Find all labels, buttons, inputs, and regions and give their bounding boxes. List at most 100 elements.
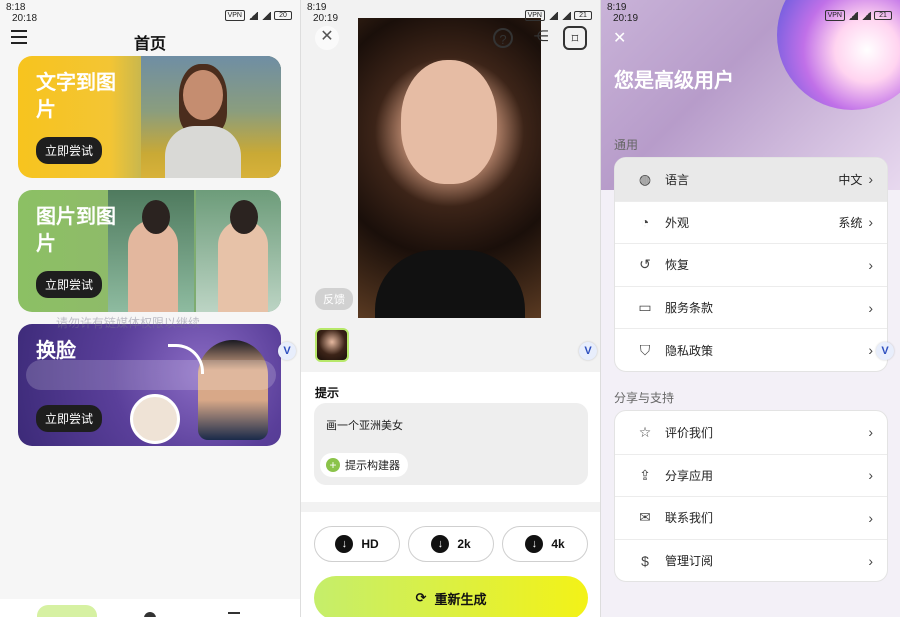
share-icon[interactable]: ⋲ [529,26,553,50]
prompt-builder-label: 提示构建器 [345,460,400,472]
share-icon: ⇪ [639,466,651,483]
watermark-text: 请勿许有链媒体权限以继续 [56,316,201,330]
download-4k-button[interactable]: ↓ 4k [502,526,588,562]
clock-small: 8:19 [607,2,627,13]
prompt-section: 提示 画一个亚洲美女 + 提示构建器 [301,372,600,502]
download-icon: ↓ [335,535,354,553]
chevron-right-icon: › [868,552,873,569]
settings-item-appearance[interactable]: ◔ 外观 系统 › [615,200,887,244]
screens: 8:18 20:18 VPN 20 首页 文字到图片 立即尝试 图片到图片 立即… [0,0,900,617]
resolution-label: 4k [551,537,565,551]
image-to-image-card[interactable]: 图片到图片 立即尝试 [18,190,281,312]
nav-explore-icon[interactable] [144,612,156,617]
chevron-right-icon: › [868,467,873,484]
vpn-app-badge-icon[interactable]: V [579,342,597,360]
settings-screen: 8:19 20:19 VPN 21 ✕ 您是高级用户 通用 ◍ 语言 中文 › … [600,0,900,617]
item-label: 语言 [665,172,690,187]
face-shape [183,70,223,120]
general-settings-list: ◍ 语言 中文 › ◔ 外观 系统 › ↺ 恢复 › ▭ 服务条款 › ⛉ 隐私… [614,157,888,372]
text-to-image-card[interactable]: 文字到图片 立即尝试 [18,56,281,178]
question-icon[interactable]: ? [493,28,513,48]
try-now-button[interactable]: 立即尝试 [36,271,103,298]
home-screen: 8:18 20:18 VPN 20 首页 文字到图片 立即尝试 图片到图片 立即… [0,0,300,617]
settings-item-share-app[interactable]: ⇪ 分享应用 › [615,453,887,497]
face-shape [401,60,497,184]
vpn-app-badge-icon[interactable]: V [876,342,894,360]
mail-icon: ✉ [639,509,651,526]
signal-icon-2 [861,11,871,20]
signal-icon-2 [561,11,571,20]
status-icons: VPN 21 [524,10,592,21]
chevron-right-icon: › [868,509,873,526]
item-value: 中文 [838,172,863,187]
shield-icon: ⛉ [639,341,651,358]
signal-icon [248,11,258,20]
dollar-icon: $ [641,552,649,569]
clock: 20:19 [613,13,639,24]
item-label: 联系我们 [665,511,714,526]
nav-home-icon[interactable] [37,605,97,617]
battery-icon: 20 [274,11,292,20]
signal-icon [548,11,558,20]
close-icon[interactable]: ✕ [315,26,339,50]
head-shape-2 [230,200,258,234]
source-face-avatar [130,394,180,444]
settings-item-rate-us[interactable]: ☆ 评价我们 › [615,411,887,454]
chevron-right-icon: › [868,299,873,316]
vpn-app-badge-icon[interactable]: V [278,342,296,360]
globe-icon: ◍ [638,170,652,187]
image-thumbnail[interactable] [315,328,349,362]
item-label: 外观 [665,215,690,230]
resolution-label: 2k [457,537,471,551]
chevron-right-icon: › [868,171,873,188]
share-support-list: ☆ 评价我们 › ⇪ 分享应用 › ✉ 联系我们 › $ 管理订阅 › [614,410,888,583]
status-bar: 8:19 20:19 VPN 21 [601,0,900,26]
settings-item-privacy[interactable]: ⛉ 隐私政策 › [615,328,887,371]
chevron-right-icon: › [868,342,873,359]
download-icon: ↓ [431,535,450,553]
item-label: 隐私政策 [665,343,714,358]
download-hd-button[interactable]: ↓ HD [314,526,400,562]
clock-small: 8:19 [307,2,327,13]
head-shape [142,200,170,234]
try-now-button[interactable]: 立即尝试 [36,137,103,164]
feedback-button[interactable]: 反馈 [315,288,353,310]
item-label: 分享应用 [665,468,714,483]
settings-item-contact-us[interactable]: ✉ 联系我们 › [615,496,887,539]
download-2k-button[interactable]: ↓ 2k [408,526,494,562]
page-title: 首页 [133,36,166,53]
item-label: 服务条款 [665,301,714,316]
resolution-section: ↓ HD ↓ 2k ↓ 4k ⟳ 重新生成 [301,512,600,617]
document-icon: ▭ [638,299,652,316]
item-label: 恢复 [665,258,690,273]
close-icon[interactable]: ✕ [613,28,626,48]
palette-icon: ◔ [640,214,650,231]
settings-item-language[interactable]: ◍ 语言 中文 › [615,158,887,201]
settings-item-manage-subscription[interactable]: $ 管理订阅 › [615,538,887,582]
chevron-right-icon: › [868,424,873,441]
item-value: 系统 [838,215,863,230]
bookmark-icon[interactable]: ⌑ [563,26,587,50]
settings-item-terms[interactable]: ▭ 服务条款 › [615,285,887,329]
item-label: 评价我们 [665,425,714,440]
prompt-builder-button[interactable]: + 提示构建器 [320,453,408,477]
signal-icon-2 [261,11,271,20]
settings-item-restore[interactable]: ↺ 恢复 › [615,243,887,286]
card-label: 换脸 [36,340,76,362]
nav-gallery-icon[interactable] [228,612,240,617]
star-icon: ☆ [638,423,652,440]
battery-icon: 21 [574,11,592,20]
face-swap-card[interactable]: 换脸 立即尝试 [18,324,281,446]
general-section-label: 通用 [614,138,639,152]
status-icons: VPN 21 [824,10,892,21]
vpn-badge: VPN [224,10,245,21]
premium-heading: 您是高级用户 [614,70,734,92]
status-bar: 8:18 20:18 VPN 20 [0,0,300,26]
regenerate-button[interactable]: ⟳ 重新生成 [314,576,588,617]
try-now-button[interactable]: 立即尝试 [36,405,103,432]
portrait-image [198,340,268,440]
prompt-field[interactable]: 画一个亚洲美女 + 提示构建器 [314,403,588,485]
vpn-badge: VPN [824,10,845,21]
plus-icon: + [326,458,340,472]
chevron-right-icon: › [868,214,873,231]
